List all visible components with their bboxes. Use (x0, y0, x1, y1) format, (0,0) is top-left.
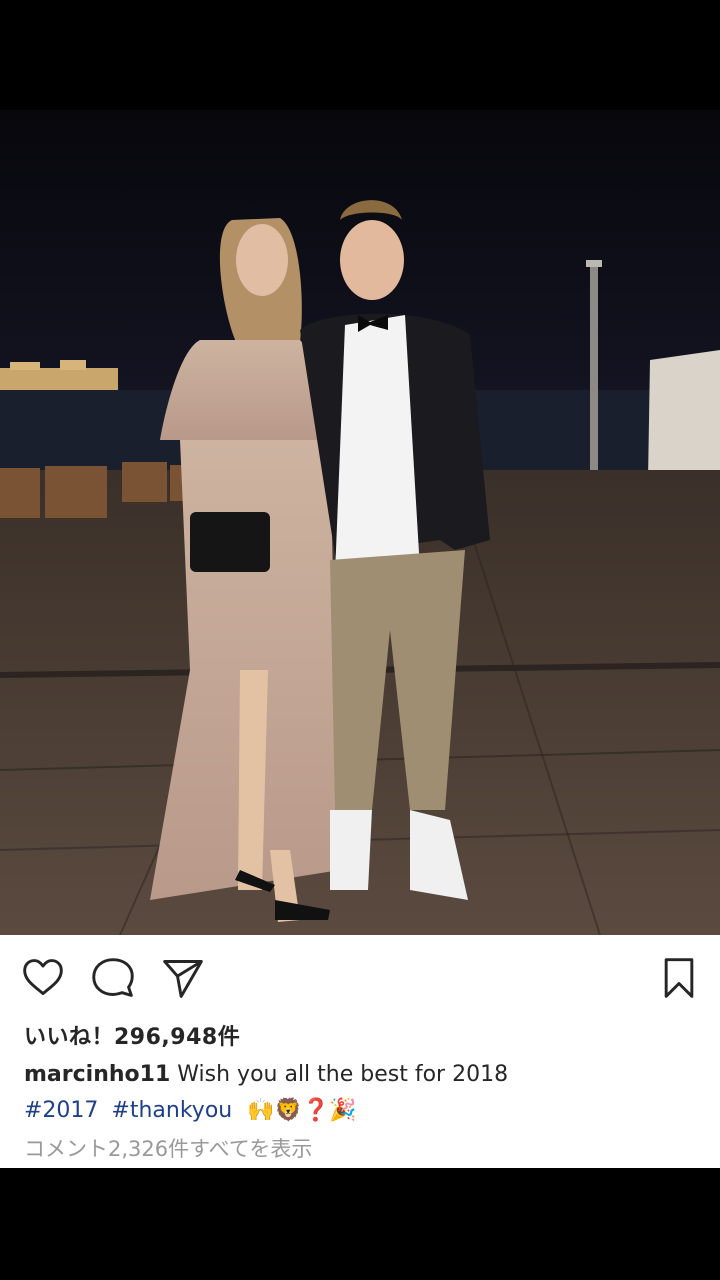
action-bar (0, 935, 720, 1019)
bookmark-icon (664, 958, 694, 998)
comment-icon (92, 958, 134, 997)
post-photo[interactable] (0, 110, 720, 935)
photo-illustration (0, 110, 720, 935)
post-panel: いいね！296,948件 marcinho11 Wish you all the… (0, 935, 720, 1168)
caption-hashtags: #2017 #thankyou 🙌🦁❓🎉 (24, 1095, 357, 1127)
bottom-black-bar (0, 1168, 720, 1280)
comment-button[interactable] (90, 955, 136, 1001)
share-button[interactable] (160, 955, 206, 1001)
like-count[interactable]: いいね！296,948件 (24, 1019, 240, 1051)
heart-icon (23, 959, 63, 996)
caption-username[interactable]: marcinho11 (24, 1062, 170, 1087)
save-button[interactable] (656, 955, 702, 1001)
caption-text: Wish you all the best for 2018 (177, 1062, 509, 1087)
paper-plane-icon (163, 960, 203, 998)
post-caption: marcinho11 Wish you all the best for 201… (24, 1059, 704, 1091)
hashtag-thankyou[interactable]: #thankyou (111, 1098, 232, 1123)
view-comments-link[interactable]: コメント2,326件すべてを表示 (24, 1133, 312, 1163)
like-button[interactable] (20, 955, 66, 1001)
hashtag-2017[interactable]: #2017 (24, 1098, 98, 1123)
caption-emojis: 🙌🦁❓🎉 (247, 1098, 357, 1123)
top-black-bar (0, 0, 720, 110)
